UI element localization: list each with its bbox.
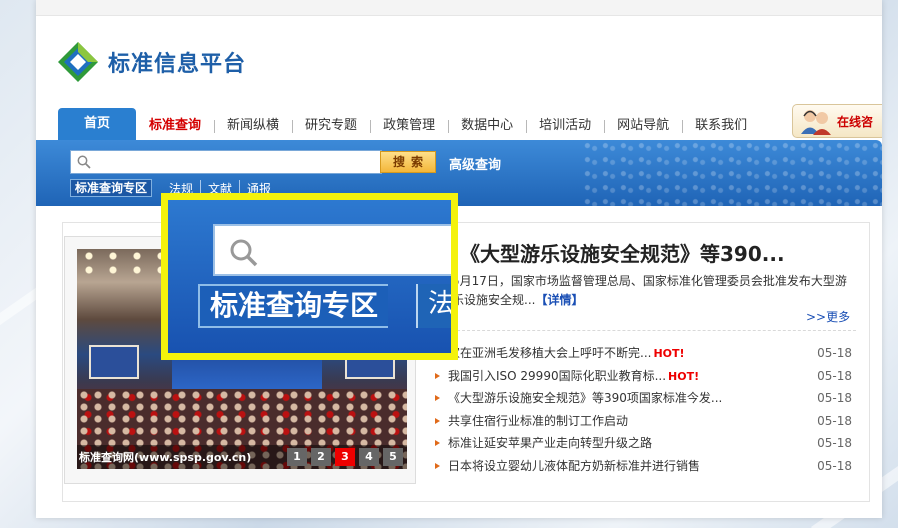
zoomed-zone-label: 标准查询专区 <box>198 284 389 328</box>
news-title: 我国引入ISO 29990国际化职业教育标... <box>448 368 667 383</box>
online-consult-button[interactable]: 在线咨 <box>792 104 882 138</box>
nav-news[interactable]: 新闻纵横 <box>214 112 292 140</box>
logo-diamond-icon <box>56 40 100 84</box>
decorative-dots <box>582 140 882 206</box>
news-title: 家在亚洲毛发移植大会上呼吁不断完... <box>448 346 652 360</box>
news-date: 05-18 <box>817 346 852 360</box>
featured-summary-text: 5月17日，国家市场监督管理总局、国家标准化管理委员会批准发布大型游乐设施安全规… <box>452 274 847 307</box>
main-nav: 首页 标准查询 新闻纵横 研究专题 政策管理 数据中心 培训活动 网站导航 联系… <box>58 108 760 140</box>
news-date: 05-18 <box>817 458 852 473</box>
photo-caption: 标准查询网(www.spsp.gov.cn) <box>79 451 252 464</box>
news-list: 家在亚洲毛发移植大会上呼吁不断完... HOT! 05-18 我国引入ISO 29… <box>432 342 852 477</box>
slider-page-3[interactable]: 3 <box>335 448 355 466</box>
detail-link[interactable]: 【详情】 <box>535 293 583 307</box>
news-title: 标准让延安苹果产业走向转型升级之路 <box>448 436 653 450</box>
hot-badge: HOT! <box>653 347 685 360</box>
slider-page-2[interactable]: 2 <box>311 448 331 466</box>
search-icon <box>77 155 91 169</box>
nav-home[interactable]: 首页 <box>58 108 137 140</box>
customer-service-icon <box>801 110 831 135</box>
side-screen-left <box>89 345 139 379</box>
nav-standard-query[interactable]: 标准查询 <box>136 112 214 140</box>
zoomed-search-icon <box>230 239 258 267</box>
slider-page-1[interactable]: 1 <box>287 448 307 466</box>
nav-contact[interactable]: 联系我们 <box>682 112 760 140</box>
advanced-search-link[interactable]: 高级查询 <box>449 154 501 173</box>
news-item[interactable]: 家在亚洲毛发移植大会上呼吁不断完... HOT! 05-18 <box>432 342 852 365</box>
news-date: 05-18 <box>817 436 852 450</box>
nav-data-center[interactable]: 数据中心 <box>448 112 526 140</box>
nav-site-map[interactable]: 网站导航 <box>604 112 682 140</box>
news-item[interactable]: 我国引入ISO 29990国际化职业教育标... HOT! 05-18 <box>432 365 852 388</box>
slider-page-5[interactable]: 5 <box>383 448 403 466</box>
zoomed-next-link: 法 <box>416 284 451 328</box>
news-title: 日本将设立婴幼儿液体配方奶新标准并进行销售 <box>448 458 701 473</box>
nav-policy[interactable]: 政策管理 <box>370 112 448 140</box>
more-link[interactable]: >>更多 <box>806 308 850 325</box>
site-logo[interactable]: 标准信息平台 <box>56 42 246 82</box>
online-consult-label: 在线咨 <box>837 114 874 129</box>
zoom-callout: 标准查询专区 法 <box>161 193 458 360</box>
zoomed-search-input <box>213 224 451 276</box>
news-date: 05-18 <box>817 368 852 383</box>
site-name: 标准信息平台 <box>108 52 247 77</box>
nav-training[interactable]: 培训活动 <box>526 112 604 140</box>
news-item[interactable]: 日本将设立婴幼儿液体配方奶新标准并进行销售 05-18 <box>432 455 852 478</box>
top-strip <box>36 0 882 16</box>
news-item[interactable]: 标准让延安苹果产业走向转型升级之路 05-18 <box>432 432 852 455</box>
news-item[interactable]: 共享住宿行业标准的制订工作启动 05-18 <box>432 410 852 433</box>
news-title: 共享住宿行业标准的制订工作启动 <box>448 413 629 428</box>
news-title: 《大型游乐设施安全规范》等390项国家标准今发... <box>448 391 723 405</box>
news-date: 05-18 <box>817 413 852 428</box>
slider-page-4[interactable]: 4 <box>359 448 379 466</box>
slider-pager: 1 2 3 4 5 <box>283 448 403 466</box>
featured-summary: 5月17日，国家市场监督管理总局、国家标准化管理委员会批准发布大型游乐设施安全规… <box>452 272 858 310</box>
search-button[interactable]: 搜索 <box>380 151 436 173</box>
featured-headline[interactable]: 《大型游乐设施安全规范》等390... <box>460 238 785 267</box>
hot-badge: HOT! <box>668 369 700 383</box>
news-date: 05-18 <box>817 391 852 405</box>
standard-query-zone-tab[interactable]: 标准查询专区 <box>70 179 153 197</box>
nav-research[interactable]: 研究专题 <box>292 112 370 140</box>
search-input[interactable] <box>70 150 382 174</box>
news-item[interactable]: 《大型游乐设施安全规范》等390项国家标准今发... 05-18 <box>432 387 852 410</box>
divider <box>452 330 856 331</box>
